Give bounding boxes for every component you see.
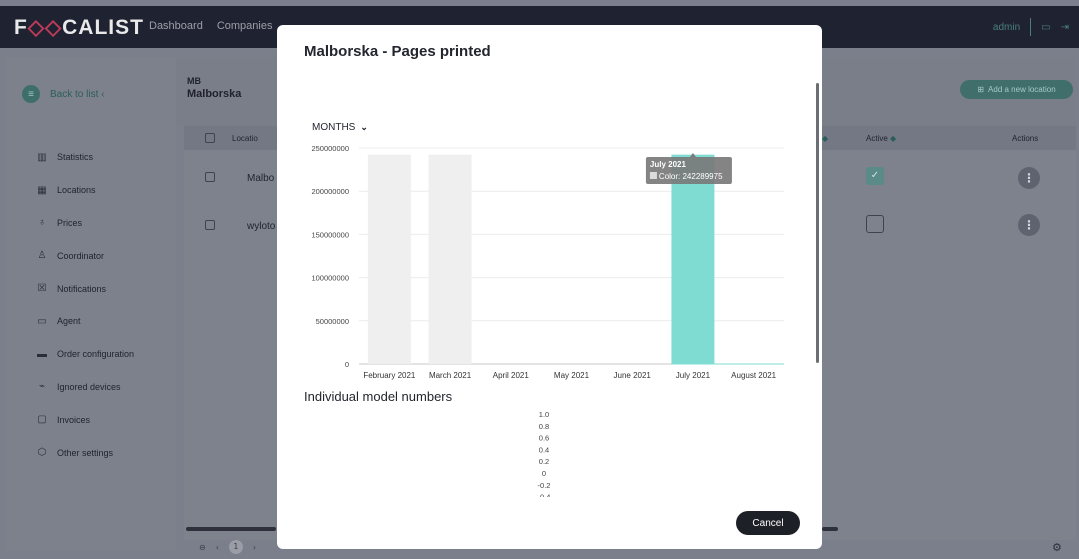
plus-icon: ⊞: [977, 85, 985, 94]
add-location-button[interactable]: ⊞ Add a new location: [960, 80, 1073, 99]
chart-icon: ▥: [37, 151, 47, 163]
modal-scrollbar[interactable]: [816, 83, 819, 363]
table-row-location[interactable]: Malbo: [247, 173, 274, 184]
breadcrumb: MB Malborska: [187, 76, 241, 100]
page-number[interactable]: 1: [228, 540, 243, 554]
gear-icon[interactable]: ⚙: [1052, 541, 1062, 554]
sidebar-item-coordinator[interactable]: ♙ Coordinator: [36, 239, 134, 272]
logo-left: F: [14, 16, 28, 39]
table-row-location[interactable]: wyloto: [247, 221, 275, 232]
row-actions-button[interactable]: ⋮: [1018, 167, 1040, 189]
sort-icon: ◆: [890, 134, 897, 143]
model-chart-tick-label: 0.4: [539, 445, 549, 454]
sidebar-item-locations[interactable]: ▦ Locations: [36, 174, 134, 207]
company-code: MB: [187, 76, 201, 86]
active-checkbox-unchecked[interactable]: [866, 215, 884, 233]
active-checkbox-checked[interactable]: ✓: [866, 167, 884, 185]
back-label: Back to list ‹: [50, 88, 105, 100]
model-chart-tick-label: 0: [542, 469, 546, 478]
sidebar-item-label: Other settings: [57, 447, 114, 458]
add-location-label: Add a new location: [988, 85, 1056, 94]
agent-icon: ▭: [37, 315, 47, 327]
row-checkbox[interactable]: [205, 220, 215, 230]
sidebar-item-prices[interactable]: ♁ Prices: [36, 207, 134, 240]
column-header-active[interactable]: Active ◆: [866, 134, 896, 143]
sidebar-item-statistics[interactable]: ▥ Statistics: [36, 141, 134, 174]
sidebar-menu: ▥ Statistics ▦ Locations ♁ Prices ♙ Coordina…: [36, 141, 134, 469]
sidebar-item-label: Ignored devices: [57, 381, 121, 392]
model-chart-clip: [517, 497, 577, 517]
cancel-button[interactable]: Cancel: [736, 511, 800, 535]
sidebar-item-ignored-devices[interactable]: ⌁ Ignored devices: [36, 371, 134, 404]
nav-companies[interactable]: Companies: [217, 20, 273, 32]
sort-icon[interactable]: ◆: [822, 134, 828, 143]
pagination: ⊖ ‹ 1 ›: [199, 540, 256, 554]
sidebar-item-agent[interactable]: ▭ Agent: [36, 305, 134, 338]
invoices-icon: ▢: [37, 414, 47, 426]
column-header-active-label: Active: [866, 134, 888, 143]
next-page-icon[interactable]: ›: [253, 543, 256, 552]
model-chart-tick-label: 0.8: [539, 422, 549, 431]
column-header-location[interactable]: Locatio: [232, 134, 258, 143]
model-chart-tick-label: -0.2: [538, 481, 551, 490]
sidebar-item-order-configuration[interactable]: ▬ Order configuration: [36, 338, 134, 371]
sidebar-item-other-settings[interactable]: ⬡ Other settings: [36, 436, 134, 469]
sidebar-item-label: Order configuration: [57, 349, 135, 360]
horizontal-scrollbar-end[interactable]: [822, 527, 838, 531]
printer-icon[interactable]: ▭: [1041, 22, 1050, 33]
menu-icon: ≡: [22, 85, 40, 103]
top-right: admin ▭ ⇥: [993, 18, 1069, 36]
prices-icon: ♁: [38, 217, 46, 229]
order-icon: ▬: [37, 348, 47, 360]
sidebar-item-notifications[interactable]: ☒ Notifications: [36, 272, 134, 305]
model-chart-tick-label: 0.2: [539, 457, 549, 466]
top-nav: Dashboard Companies: [149, 20, 272, 32]
logout-icon[interactable]: ⇥: [1061, 22, 1069, 33]
row-actions-button[interactable]: ⋮: [1018, 214, 1040, 236]
model-chart-tick-label: 1.0: [539, 410, 549, 419]
settings-icon: ⬡: [37, 447, 47, 459]
model-numbers-chart: 1.00.80.60.40.20-0.2-0.4: [517, 410, 577, 517]
user-name[interactable]: admin: [993, 22, 1020, 33]
horizontal-scrollbar[interactable]: [186, 527, 276, 531]
model-chart-tick-label: 0.6: [539, 434, 549, 443]
locations-icon: ▦: [37, 184, 47, 196]
row-checkbox[interactable]: [205, 172, 215, 182]
page-title: Malborska: [187, 88, 242, 100]
column-header-actions: Actions: [1012, 134, 1039, 143]
sidebar-item-label: Notifications: [57, 283, 107, 294]
logo-right: CALIST: [62, 16, 144, 39]
sidebar-item-label: Coordinator: [57, 250, 105, 261]
coordinator-icon: ♙: [37, 250, 47, 262]
first-page-icon[interactable]: ⊖: [199, 543, 206, 552]
logo[interactable]: F◇◇CALIST: [14, 15, 144, 40]
divider: [1030, 18, 1032, 36]
sidebar-item-label: Invoices: [57, 414, 91, 425]
sidebar-item-label: Agent: [57, 316, 81, 327]
prev-page-icon[interactable]: ‹: [216, 543, 219, 552]
sidebar-item-label: Statistics: [57, 152, 94, 163]
ignored-icon: ⌁: [38, 381, 46, 393]
logo-mark: ◇◇: [27, 16, 63, 39]
notifications-icon: ☒: [37, 283, 47, 295]
sidebar-item-label: Prices: [57, 217, 83, 228]
select-all-checkbox[interactable]: [205, 133, 215, 143]
pages-printed-modal: Malborska - Pages printed MONTHS ⌄ 0 5000…: [277, 25, 822, 549]
back-to-list-button[interactable]: ≡ Back to list ‹: [22, 85, 104, 103]
nav-dashboard[interactable]: Dashboard: [149, 20, 203, 32]
sidebar-item-label: Locations: [57, 185, 96, 196]
sidebar-item-invoices[interactable]: ▢ Invoices: [36, 403, 134, 436]
